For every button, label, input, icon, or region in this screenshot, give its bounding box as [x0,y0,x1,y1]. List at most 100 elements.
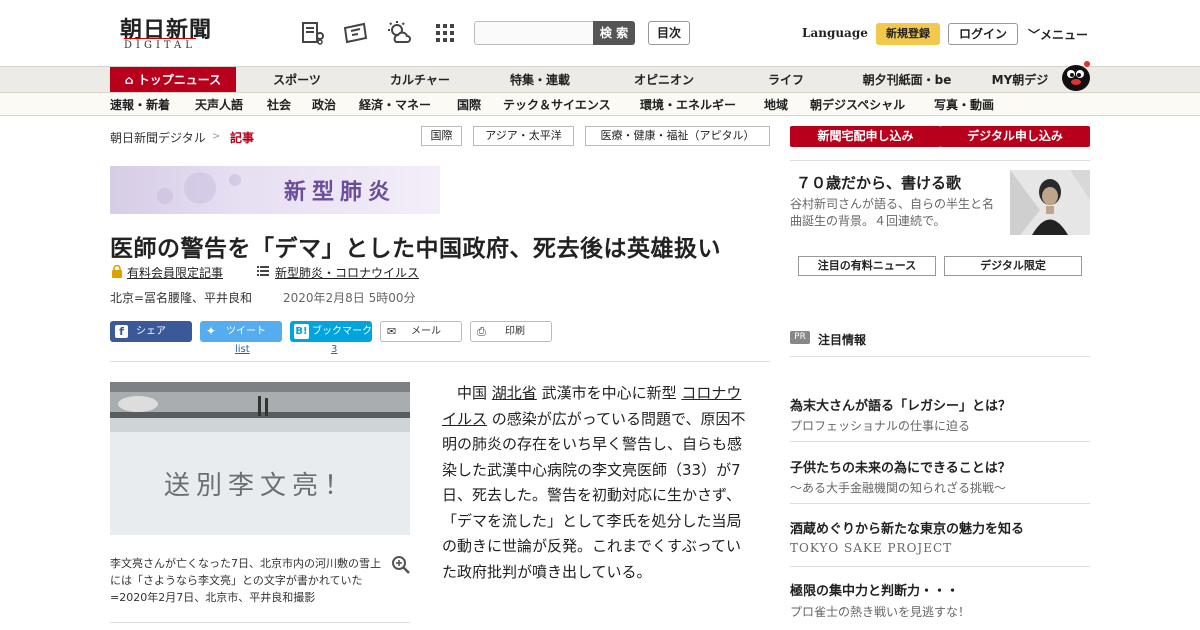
mail-button[interactable]: ✉ メール [380,321,462,342]
tag-international[interactable]: 国際 [421,126,462,146]
hatena-label: ブックマーク [312,326,372,337]
article-photo[interactable]: 送別李文亮！ [110,382,410,535]
menu-button[interactable]: ﹀メニュー [1028,26,1088,43]
twitter-bird-icon: ✦ [206,324,217,338]
divider [790,441,1090,442]
nav-sports[interactable]: スポーツ [262,67,332,93]
primary-nav: ⌂ トップニュース スポーツ カルチャー 特集・連載 オピニオン ライフ 朝夕刊… [0,66,1200,93]
photo-caption: 李文亮さんが亡くなった7日、北京市内の河川敷の雪上には「さようなら李文亮」との文… [110,557,381,604]
breadcrumb-separator: > [212,131,221,142]
nav-politics[interactable]: 政治 [312,93,336,117]
site-logo-sub: DIGITAL [124,38,196,51]
nav-culture[interactable]: カルチャー [380,67,460,93]
newspaper-subscribe-button[interactable]: 新聞宅配申し込み [790,126,941,147]
print-button[interactable]: ⎙ 印刷 [470,321,552,342]
topic-link[interactable]: 新型肺炎・コロナウイルス [275,264,419,281]
divider [110,622,410,623]
facebook-share-label: シェア [136,326,166,337]
nav-print-edition[interactable]: 朝夕刊紙面・be [852,67,962,93]
pr-item-subtitle: プロ雀士の熱き戦いを見逃すな！ [790,605,971,619]
divider [790,356,1090,357]
zoom-icon[interactable] [391,555,411,575]
nav-features[interactable]: 特集・連載 [500,67,580,93]
twitter-share-button[interactable]: ✦ ツイート [200,321,282,342]
print-label: 印刷 [505,326,525,337]
nav-opinion[interactable]: オピニオン [624,67,704,93]
body-text-1: 中国 [457,384,488,402]
promo-text: 谷村新司さんが語る、自らの半生と名曲誕生の背景。４回連続で。 [790,197,995,228]
digital-subscribe-button[interactable]: デジタル申し込み [940,126,1090,147]
breadcrumb-home[interactable]: 朝日新聞デジタル [110,129,206,146]
promo-title[interactable]: ７０歳だから、書ける歌 [796,172,961,193]
nav-society[interactable]: 社会 [267,93,291,117]
body-text-2: 武漢市を中心に新型 [541,384,677,402]
facebook-share-button[interactable]: f シェア [110,321,192,342]
weather-icon[interactable] [386,20,412,46]
nav-international[interactable]: 国際 [457,93,481,117]
nav-breaking[interactable]: 速報・新着 [110,93,170,117]
twitter-list-link[interactable]: list [235,344,250,355]
lock-icon [111,264,123,278]
newspaper-scrapbook-icon[interactable] [300,20,326,46]
tab-digital-only[interactable]: デジタル限定 [944,256,1082,276]
list-icon [257,265,269,277]
toc-button[interactable]: 目次 [648,21,690,45]
pr-item-title[interactable]: 酒蔵めぐりから新たな東京の魅力を知る [790,518,1024,537]
promo-photo[interactable] [1010,170,1090,235]
nav-environment[interactable]: 環境・エネルギー [640,93,736,117]
mail-label: メール [411,326,441,337]
tag-asia-pacific[interactable]: アジア・太平洋 [473,126,574,146]
breadcrumb-current: 記事 [230,131,255,145]
apps-grid-icon[interactable] [432,20,458,46]
secondary-nav: 速報・新着 天声人語 社会 政治 経済・マネー 国際 テック＆サイエンス 環境・… [0,92,1200,116]
ticket-icon[interactable] [342,20,368,46]
facebook-icon: f [115,325,128,338]
chevron-down-icon: ﹀ [1028,28,1041,42]
menu-label: メニュー [1040,28,1089,42]
byline: 北京=冨名腰隆、平井良和 [110,291,253,305]
divider [790,503,1090,504]
nav-life[interactable]: ライフ [756,67,816,93]
mascot-icon[interactable] [1058,58,1092,92]
mail-icon: ✉ [387,325,397,338]
hatena-count[interactable]: 3 [331,344,337,355]
article-headline: 医師の警告を「デマ」とした中国政府、死去後は英雄扱い [110,236,721,262]
article-body: 中国 湖北省 武漢市を中心に新型 コロナウイルス の感染が広がっている問題で、原… [442,381,754,585]
nav-special[interactable]: 朝デジスペシャル [810,93,905,117]
nav-my-asahi[interactable]: MY朝デジ [980,67,1060,93]
photo-snow-text: 送別李文亮！ [164,471,356,501]
nav-tenseijingo[interactable]: 天声人語 [195,93,243,117]
language-link[interactable]: Language [802,26,868,40]
link-hubei[interactable]: 湖北省 [492,384,537,402]
divider [110,361,770,362]
body-text-3: の感染が広がっている問題で、原因不明の肺炎の存在をいち早く警告し、自らも感染した… [442,409,746,581]
search-button[interactable]: 検 索 [593,21,635,45]
nav-tech-science[interactable]: テック＆サイエンス [503,93,611,117]
nav-photo-video[interactable]: 写真・動画 [934,93,994,117]
nav-economy[interactable]: 経済・マネー [359,93,431,117]
pr-item-title[interactable]: 為末大さんが語る「レガシー」とは？ [790,395,1011,414]
pr-item-title[interactable]: 極限の集中力と判断力・・・ [790,580,959,599]
pr-badge: PR [790,331,810,344]
signup-button[interactable]: 新規登録 [876,23,940,45]
pr-item-title[interactable]: 子供たちの未来の為にできることは？ [790,457,1011,476]
divider [790,160,1090,161]
hatena-bookmark-button[interactable]: B! ブックマーク [290,321,372,342]
tab-paid-news[interactable]: 注目の有料ニュース [798,256,936,276]
divider [790,566,1090,567]
pr-item-subtitle: ～ある大手金融機関の知られざる挑戦～ [790,481,1007,495]
pr-item-subtitle: プロフェッショナルの仕事に迫る [790,419,971,433]
member-only-link[interactable]: 有料会員限定記事 [127,264,223,281]
twitter-share-label: ツイート [226,326,266,337]
pr-section-title: 注目情報 [818,333,867,347]
nav-top-news-label: トップニュース [137,73,222,87]
print-icon: ⎙ [477,325,486,338]
hatena-icon: B! [294,324,309,339]
nav-top-news[interactable]: ⌂ トップニュース [110,67,236,93]
pr-item-subtitle: TOKYO SAKE PROJECT [790,541,953,555]
nav-region[interactable]: 地域 [764,93,788,117]
login-button[interactable]: ログイン [948,23,1018,45]
tag-health[interactable]: 医療・健康・福祉（アピタル） [585,126,770,146]
home-icon: ⌂ [124,73,134,87]
search-input[interactable] [474,21,594,45]
